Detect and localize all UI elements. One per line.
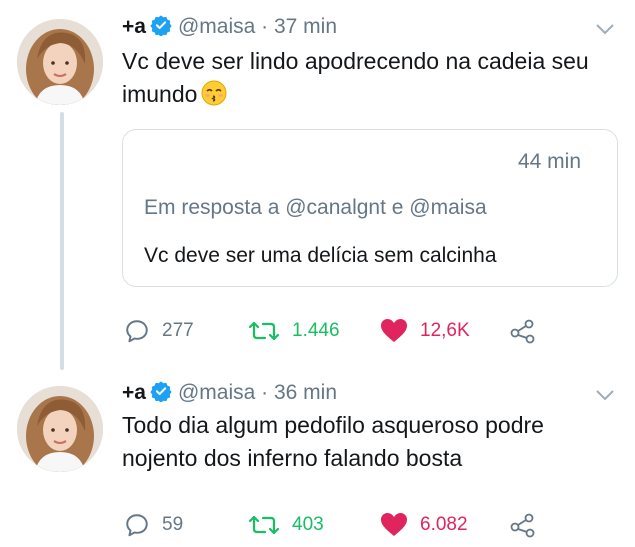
heart-icon: [381, 319, 407, 342]
like-count: 12,6K: [420, 320, 470, 341]
like-button[interactable]: 6.082: [380, 510, 468, 540]
separator: ·: [261, 15, 269, 38]
tweet-text: Vc deve ser lindo apodrecendo na cadeia …: [122, 45, 622, 115]
reply-button[interactable]: 277: [124, 316, 194, 346]
reply-count: 59: [162, 514, 184, 535]
avatar[interactable]: [17, 19, 103, 105]
separator: ·: [261, 381, 269, 404]
share-button[interactable]: [509, 316, 549, 346]
display-name[interactable]: +a: [122, 15, 146, 38]
tweet-actions: 59 403 6.082: [122, 510, 542, 540]
reply-icon: [126, 320, 148, 343]
reply-count: 277: [162, 320, 194, 341]
quoted-tweet-card[interactable]: 44 min Em resposta a @canalgnt e @maisa …: [122, 129, 618, 287]
verified-badge-icon: [150, 380, 172, 409]
avatar-photo: [17, 19, 103, 105]
chevron-down-icon[interactable]: [595, 388, 615, 406]
timestamp[interactable]: 37 min: [274, 15, 337, 38]
tweet-text-content: Todo dia algum pedofilo asqueroso podre …: [122, 412, 544, 471]
avatar[interactable]: [17, 386, 103, 472]
handle[interactable]: @maisa: [178, 381, 255, 404]
quoted-timestamp: 44 min: [517, 150, 581, 173]
retweet-icon: [248, 515, 280, 535]
tweet-header: +a @maisa · 37 min: [122, 14, 337, 43]
reply-button[interactable]: 59: [124, 510, 183, 540]
tweet-text-content: Vc deve ser lindo apodrecendo na cadeia …: [122, 48, 589, 107]
tweet-text: Todo dia algum pedofilo asqueroso podre …: [122, 409, 622, 475]
thread-connector-line: [60, 112, 64, 370]
like-button[interactable]: 12,6K: [380, 316, 470, 346]
avatar-photo: [17, 386, 103, 472]
like-count: 6.082: [420, 514, 468, 535]
retweet-button[interactable]: 1.446: [248, 316, 340, 346]
verified-badge-icon: [150, 14, 172, 43]
tweet-header: +a @maisa · 36 min: [122, 380, 337, 409]
tweet-2[interactable]: +a @maisa · 36 min Todo dia algum pedofil…: [0, 370, 635, 547]
reply-icon: [126, 514, 148, 537]
chevron-down-icon[interactable]: [595, 22, 615, 40]
quoted-text: Vc deve ser uma delícia sem calcinha: [144, 244, 497, 267]
timestamp[interactable]: 36 min: [274, 381, 337, 404]
retweet-count: 1.446: [292, 320, 340, 341]
retweet-icon: [248, 321, 280, 341]
handle[interactable]: @maisa: [178, 15, 255, 38]
heart-icon: [381, 513, 407, 536]
quoted-reply-to: Em resposta a @canalgnt e @maisa: [144, 196, 487, 219]
tweet-1[interactable]: +a @maisa · 37 min Vc deve ser lindo apod…: [0, 0, 635, 370]
retweet-count: 403: [292, 514, 324, 535]
tweet-actions: 277 1.446 12,6K: [122, 316, 542, 346]
share-icon: [510, 513, 535, 538]
display-name[interactable]: +a: [122, 381, 146, 404]
kissing-face-closed-eyes-icon: [201, 80, 227, 115]
share-icon: [510, 319, 535, 344]
retweet-button[interactable]: 403: [248, 510, 324, 540]
share-button[interactable]: [509, 510, 549, 540]
